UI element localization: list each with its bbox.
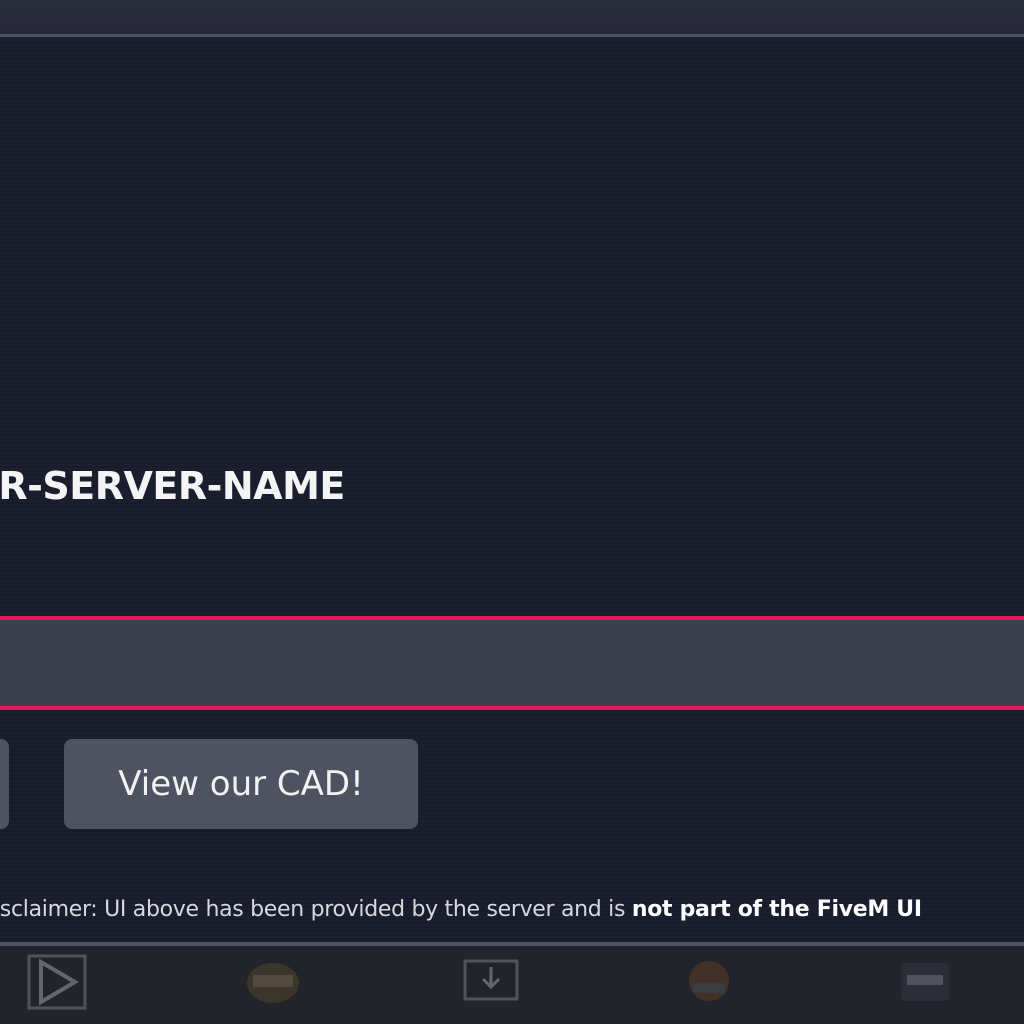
server-logo-icon[interactable] — [678, 957, 740, 1007]
disclaimer-prefix: isclaimer: UI above has been provided by… — [0, 897, 632, 922]
server-name: UR-SERVER-NAME — [0, 464, 345, 508]
message-bar — [0, 616, 1024, 710]
view-cad-button[interactable]: View our CAD! — [64, 739, 418, 829]
top-strip — [0, 0, 1024, 34]
disclaimer-text: isclaimer: UI above has been provided by… — [0, 897, 922, 922]
vision-logo-icon[interactable] — [894, 957, 956, 1007]
link-button[interactable] — [0, 739, 9, 829]
disclaimer-bold: not part of the FiveM UI — [631, 897, 922, 922]
play-icon[interactable] — [26, 954, 88, 1010]
monitor-icon[interactable] — [460, 957, 522, 1007]
elite-logo-icon[interactable] — [242, 957, 304, 1007]
